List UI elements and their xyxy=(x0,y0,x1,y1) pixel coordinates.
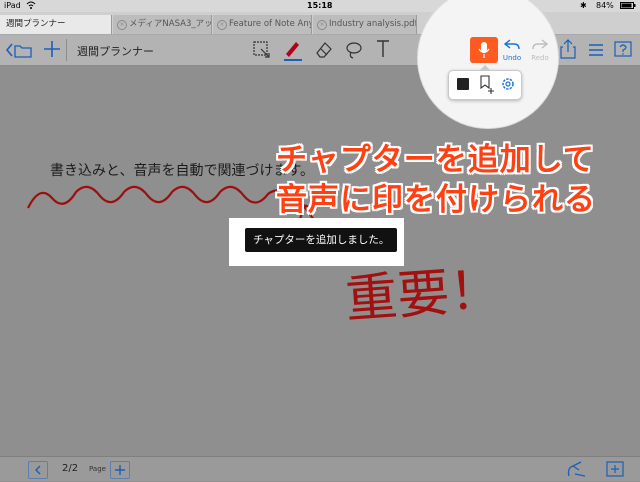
undo-icon xyxy=(503,39,520,50)
plus-icon xyxy=(115,465,125,475)
redo-label: Redo xyxy=(531,54,549,62)
palm-rest-icon[interactable] xyxy=(565,460,587,482)
settings-icon[interactable] xyxy=(500,76,516,96)
undo-button[interactable]: Undo xyxy=(500,37,524,62)
add-chapter-icon[interactable] xyxy=(479,75,495,99)
add-page-button[interactable] xyxy=(110,461,130,479)
record-audio-button[interactable] xyxy=(470,37,498,63)
redo-button[interactable]: Redo xyxy=(528,37,552,62)
page-label: Page xyxy=(89,465,106,473)
chevron-left-icon xyxy=(35,465,41,475)
red-wavy-underline xyxy=(27,185,291,209)
bottom-bar: 2/2 Page xyxy=(0,456,640,481)
microphone-icon xyxy=(478,42,490,58)
chapter-added-toast: チャプターを追加しました。 xyxy=(245,228,398,252)
undo-label: Undo xyxy=(502,54,522,62)
handwritten-annotation: 重要！ xyxy=(343,259,504,331)
recording-popover xyxy=(448,65,522,100)
redo-icon xyxy=(532,39,549,50)
page-indicator: 2/2 xyxy=(62,463,79,474)
add-page-view-icon[interactable] xyxy=(605,460,627,482)
prev-page-button[interactable] xyxy=(28,461,48,479)
callout-line-2: 音声に印を付けられる xyxy=(276,182,596,218)
stop-icon[interactable] xyxy=(457,78,469,90)
callout-line-1: チャプターを追加して xyxy=(276,142,595,178)
